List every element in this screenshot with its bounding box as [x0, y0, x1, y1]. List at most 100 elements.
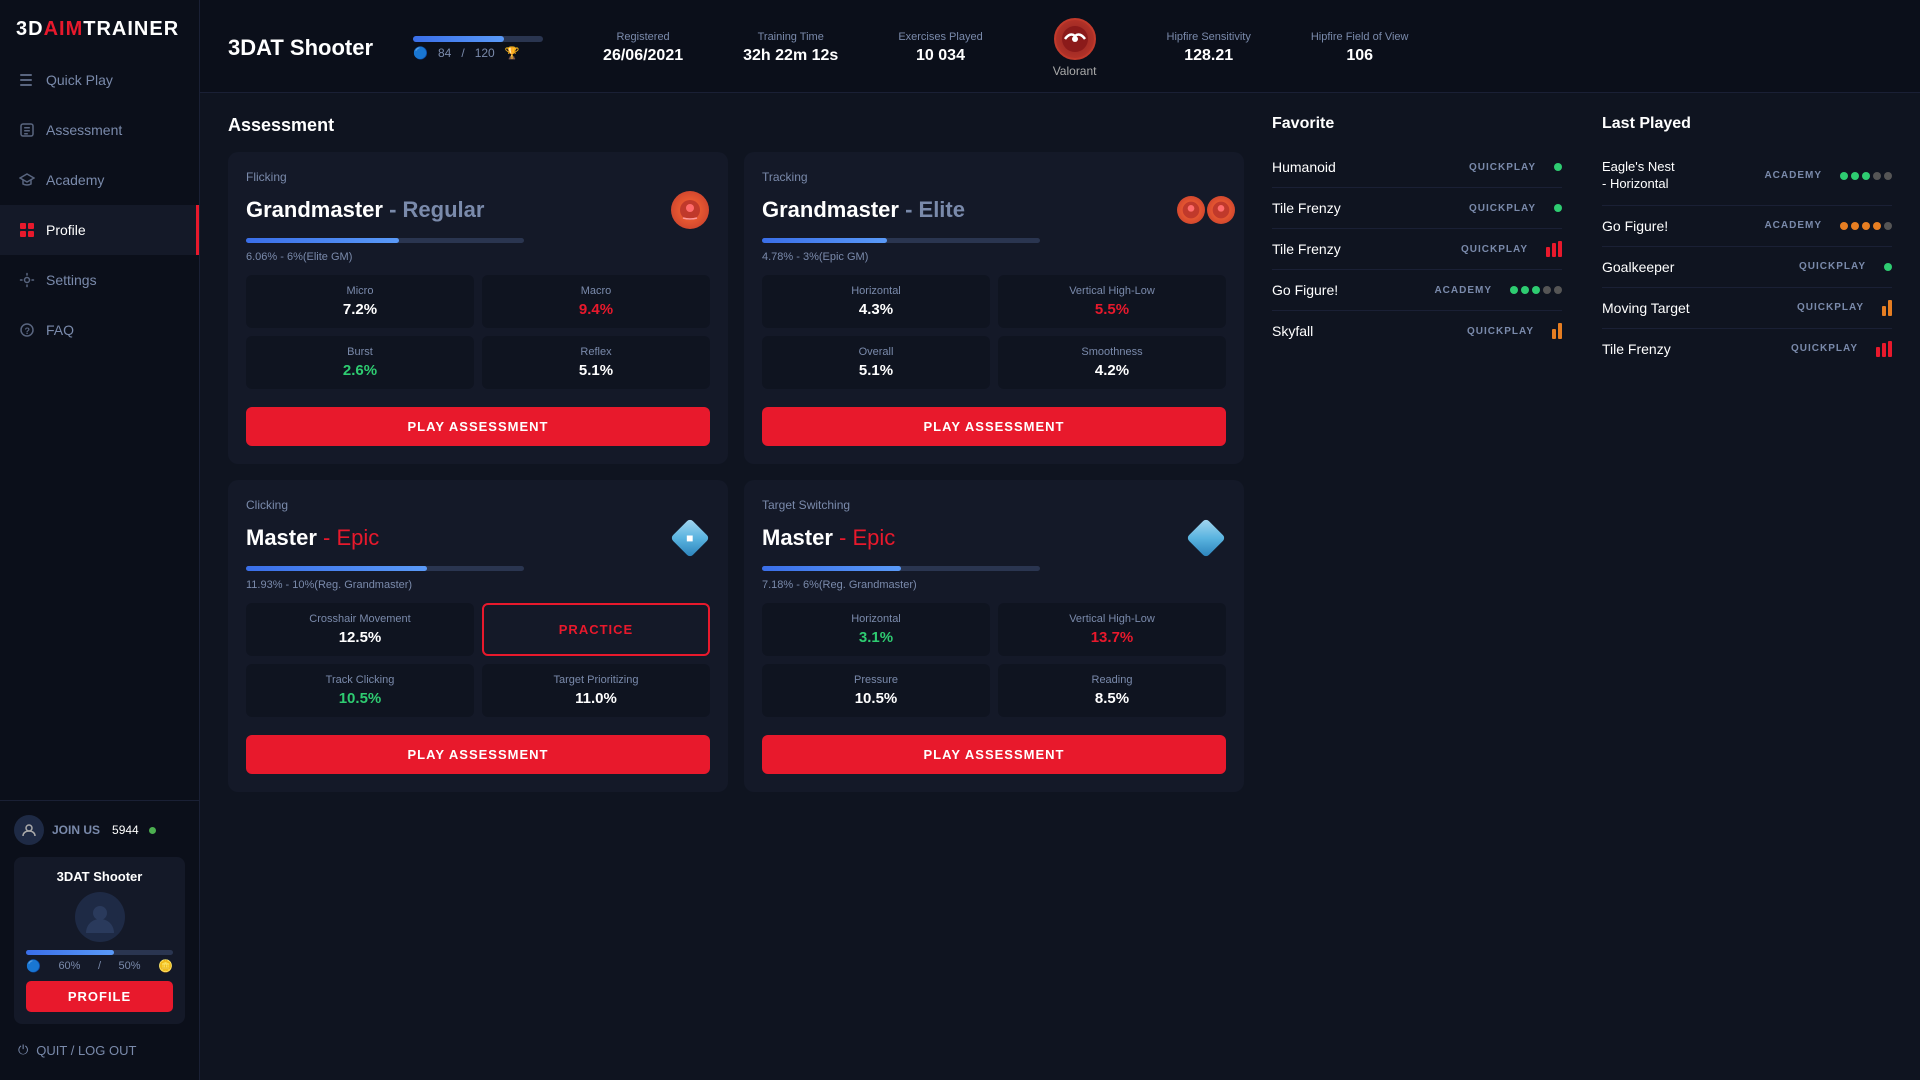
list-item-tile-frenzy-1: Tile Frenzy QUICKPLAY: [1272, 188, 1562, 229]
last-played-title: Last Played: [1602, 115, 1892, 133]
stat-value-registered: 26/06/2021: [603, 47, 683, 65]
stat-value-exercises: 10 034: [898, 47, 982, 65]
last-item-tag-eagles-nest: ACADEMY: [1752, 170, 1822, 181]
card-rank-clicking: Master - Epic: [246, 525, 379, 551]
card-rank-target-switching: Master - Epic: [762, 525, 895, 551]
quit-label: QUIT / LOG OUT: [36, 1043, 136, 1058]
xp-separator: /: [98, 960, 101, 972]
last-indicator-moving-target: [1882, 300, 1892, 316]
header-progress: 🔵 84 / 120 🏆: [413, 36, 543, 60]
setting-value-sens: 128.21: [1167, 47, 1251, 65]
join-us-avatar: [14, 815, 44, 845]
list-item-tile-frenzy-last: Tile Frenzy QUICKPLAY: [1602, 329, 1892, 369]
last-item-name-goalkeeper: Goalkeeper: [1602, 259, 1786, 275]
right-columns: Favorite Humanoid QUICKPLAY Tile Frenzy …: [1272, 115, 1892, 369]
academy-icon: [18, 171, 36, 189]
stat-reflex: Reflex 5.1%: [482, 336, 710, 389]
stat-vertical-high-low: Vertical High-Low 5.5%: [998, 275, 1226, 328]
last-item-tag-moving-target: QUICKPLAY: [1794, 302, 1864, 313]
quick-play-icon: [18, 71, 36, 89]
assessment-card-tracking: Tracking Grandmaster - Elite: [744, 152, 1244, 464]
rank-icon-tracking: [1186, 190, 1226, 230]
main-content: 3DAT Shooter 🔵 84 / 120 🏆 Registered 26/…: [200, 0, 1920, 1080]
list-item-tile-frenzy-2: Tile Frenzy QUICKPLAY: [1272, 229, 1562, 270]
sidebar-item-profile[interactable]: Profile: [0, 205, 199, 255]
practice-button-clicking[interactable]: PRACTICE: [482, 603, 710, 656]
card-xp-label-tracking: 4.78% - 3%(Epic GM): [762, 251, 1226, 263]
card-stats-tracking: Horizontal 4.3% Vertical High-Low 5.5% O…: [762, 275, 1226, 389]
card-rank-flicking: Grandmaster - Regular: [246, 197, 484, 223]
rank-icon-target-switching: [1186, 518, 1226, 558]
sidebar-item-academy[interactable]: Academy: [0, 155, 199, 205]
stat-ts-horizontal: Horizontal 3.1%: [762, 603, 990, 656]
xp-icon: 🔵: [26, 959, 41, 973]
fav-item-tag-skyfall: QUICKPLAY: [1464, 326, 1534, 337]
play-assessment-btn-tracking[interactable]: PLAY ASSESSMENT: [762, 407, 1226, 446]
quit-logout-button[interactable]: ⏻ QUIT / LOG OUT: [14, 1034, 185, 1066]
rank-icon-flicking: [670, 190, 710, 230]
sidebar: 3DAIMTRAINER Quick Play A: [0, 0, 200, 1080]
assessment-card-clicking: Clicking Master - Epic ◆: [228, 480, 728, 792]
online-indicator: [149, 827, 156, 834]
fav-item-tag-tile-frenzy-2: QUICKPLAY: [1458, 244, 1528, 255]
header-title: 3DAT Shooter: [228, 35, 373, 61]
sidebar-item-settings[interactable]: Settings: [0, 255, 199, 305]
profile-card: 3DAT Shooter 🔵 60% / 50%: [14, 857, 185, 1024]
sidebar-item-quick-play[interactable]: Quick Play: [0, 55, 199, 105]
fav-item-name-go-figure: Go Figure!: [1272, 282, 1412, 298]
progress-icon-left: 🔵: [413, 46, 428, 60]
right-panels: Favorite Humanoid QUICKPLAY Tile Frenzy …: [1272, 115, 1892, 1058]
progress-max: 120: [475, 46, 495, 60]
list-item-go-figure-last: Go Figure! ACADEMY: [1602, 206, 1892, 247]
game-logo-circle: [1054, 18, 1096, 60]
profile-avatar-wrap: [26, 892, 173, 942]
card-rank-row-tracking: Grandmaster - Elite: [762, 190, 1226, 230]
assessment-icon: [18, 121, 36, 139]
progress-labels: 🔵 84 / 120 🏆: [413, 46, 543, 60]
sidebar-item-label-assessment: Assessment: [46, 122, 122, 138]
join-us-row: JOIN US 5944: [14, 815, 185, 845]
list-item-humanoid: Humanoid QUICKPLAY: [1272, 147, 1562, 188]
fav-indicator-tile-frenzy-2: [1546, 241, 1562, 257]
card-xp-bar-target-switching: [762, 566, 1040, 571]
fav-item-name-tile-frenzy-2: Tile Frenzy: [1272, 241, 1448, 257]
sidebar-item-assessment[interactable]: Assessment: [0, 105, 199, 155]
sidebar-item-faq[interactable]: ? FAQ: [0, 305, 199, 355]
fav-indicator-tile-frenzy-1: [1554, 204, 1562, 212]
profile-button[interactable]: PROFILE: [26, 981, 173, 1012]
favorite-section: Favorite Humanoid QUICKPLAY Tile Frenzy …: [1272, 115, 1562, 369]
stat-target-prioritizing: Target Prioritizing 11.0%: [482, 664, 710, 717]
card-xp-bar-tracking: [762, 238, 1040, 243]
setting-label-sens: Hipfire Sensitivity: [1167, 31, 1251, 43]
last-item-name-tile-frenzy: Tile Frenzy: [1602, 341, 1778, 357]
stat-exercises-played: Exercises Played 10 034: [898, 31, 982, 65]
last-item-name-go-figure: Go Figure!: [1602, 218, 1742, 234]
play-assessment-btn-clicking[interactable]: PLAY ASSESSMENT: [246, 735, 710, 774]
card-stats-target-switching: Horizontal 3.1% Vertical High-Low 13.7% …: [762, 603, 1226, 717]
play-assessment-btn-target-switching[interactable]: PLAY ASSESSMENT: [762, 735, 1226, 774]
coin-icon: 🪙: [158, 959, 173, 973]
list-item-go-figure: Go Figure! ACADEMY: [1272, 270, 1562, 311]
stat-ts-vertical: Vertical High-Low 13.7%: [998, 603, 1226, 656]
rank-icon-clicking: ◆: [670, 518, 710, 558]
logo: 3DAIMTRAINER: [0, 0, 199, 55]
last-item-tag-tile-frenzy: QUICKPLAY: [1788, 343, 1858, 354]
last-indicator-tile-frenzy: [1876, 341, 1892, 357]
card-rank-tracking: Grandmaster - Elite: [762, 197, 965, 223]
stat-value-training: 32h 22m 12s: [743, 47, 838, 65]
fav-item-tag-humanoid: QUICKPLAY: [1466, 162, 1536, 173]
fav-item-tag-go-figure: ACADEMY: [1422, 285, 1492, 296]
play-assessment-btn-flicking[interactable]: PLAY ASSESSMENT: [246, 407, 710, 446]
stat-registered: Registered 26/06/2021: [603, 31, 683, 65]
join-us-count: 5944: [112, 823, 139, 837]
card-stats-flicking: Micro 7.2% Macro 9.4% Burst 2.6% Refle: [246, 275, 710, 389]
progress-icon-right: 🏆: [505, 46, 520, 60]
sidebar-item-label-profile: Profile: [46, 222, 86, 238]
faq-icon: ?: [18, 321, 36, 339]
stat-ts-reading: Reading 8.5%: [998, 664, 1226, 717]
assessment-card-flicking: Flicking Grandmaster - Regular: [228, 152, 728, 464]
card-category-clicking: Clicking: [246, 498, 710, 512]
stat-overall: Overall 5.1%: [762, 336, 990, 389]
stat-macro: Macro 9.4%: [482, 275, 710, 328]
sidebar-bottom: JOIN US 5944 3DAT Shooter: [0, 800, 199, 1080]
